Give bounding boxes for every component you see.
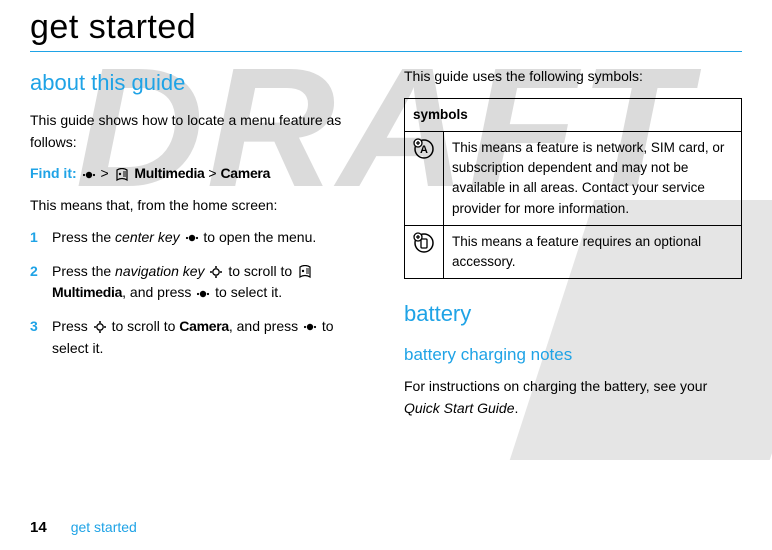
multimedia-icon (114, 168, 130, 182)
battery-sub-heading: battery charging notes (404, 342, 742, 368)
camera-text: Camera (221, 165, 271, 181)
step-text: , and press (122, 284, 195, 300)
step-italic: navigation key (115, 263, 205, 279)
battery-heading: battery (404, 297, 742, 331)
multimedia-text: Multimedia (134, 165, 204, 181)
step-text: to scroll to (112, 318, 180, 334)
step-num: 2 (30, 261, 52, 304)
right-column: This guide uses the following symbols: s… (404, 66, 742, 429)
nav-key-icon (209, 265, 223, 279)
symbols-header: symbols (405, 98, 742, 131)
multimedia-text: Multimedia (52, 284, 122, 300)
center-key-icon (82, 169, 96, 181)
path-sep-2: > (208, 165, 220, 181)
accessory-required-desc: This means a feature requires an optiona… (444, 225, 742, 279)
steps-list: 1 Press the center key to open the menu.… (30, 227, 368, 359)
step-text: to scroll to (228, 263, 296, 279)
step-italic: center key (115, 229, 180, 245)
multimedia-icon (297, 265, 313, 279)
title-rule (30, 51, 742, 52)
step-body: Press the navigation key to scroll to Mu… (52, 261, 368, 304)
accessory-required-icon (405, 225, 444, 279)
battery-body: For instructions on charging the battery… (404, 376, 742, 419)
symbols-table: symbols A This means a feature is networ… (404, 98, 742, 280)
about-heading: about this guide (30, 66, 368, 100)
step-1: 1 Press the center key to open the menu. (30, 227, 368, 249)
step-3: 3 Press to scroll to Camera, and press (30, 316, 368, 359)
battery-text: . (515, 400, 519, 416)
page-title: get started (30, 8, 742, 47)
left-column: about this guide This guide shows how to… (30, 66, 368, 429)
step-num: 3 (30, 316, 52, 359)
step-text: Press the (52, 263, 115, 279)
path-sep-1: > (100, 165, 112, 181)
step-text: Press (52, 318, 92, 334)
step-text: to select it. (215, 284, 282, 300)
nav-key-icon (93, 320, 107, 334)
symbols-intro: This guide uses the following symbols: (404, 66, 742, 88)
network-dependent-desc: This means a feature is network, SIM car… (444, 131, 742, 225)
find-it-line: Find it: > Multimedia > Camera (30, 163, 368, 185)
step-num: 1 (30, 227, 52, 249)
step-text: to open the menu. (203, 229, 316, 245)
step-text: Press the (52, 229, 115, 245)
table-row: A This means a feature is network, SIM c… (405, 131, 742, 225)
step-body: Press the center key to open the menu. (52, 227, 368, 249)
step-text: , and press (229, 318, 302, 334)
step-body: Press to scroll to Camera, and press to … (52, 316, 368, 359)
center-key-icon (196, 288, 210, 300)
find-it-label: Find it: (30, 165, 81, 181)
camera-text: Camera (179, 318, 229, 334)
center-key-icon (303, 321, 317, 333)
network-dependent-icon: A (405, 131, 444, 225)
table-row: This means a feature requires an optiona… (405, 225, 742, 279)
page-footer: 14 get started (30, 519, 137, 536)
about-intro: This guide shows how to locate a menu fe… (30, 110, 368, 153)
battery-text: For instructions on charging the battery… (404, 378, 707, 394)
step-2: 2 Press the navigation key to scroll to (30, 261, 368, 304)
page-number: 14 (30, 519, 47, 536)
means-line: This means that, from the home screen: (30, 195, 368, 217)
footer-section: get started (71, 519, 137, 535)
center-key-icon (185, 232, 199, 244)
quick-start-guide: Quick Start Guide (404, 400, 515, 416)
